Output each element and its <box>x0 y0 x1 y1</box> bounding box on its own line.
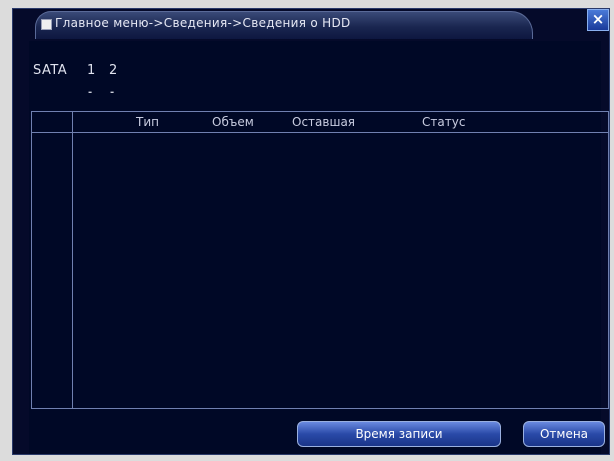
column-header-status: Статус <box>422 115 466 129</box>
column-header-remaining: Оставшая <box>292 115 356 129</box>
close-button[interactable]: × <box>587 9 609 31</box>
sata-port-1[interactable]: 1 <box>87 63 95 78</box>
header-divider <box>32 132 608 133</box>
hdd-info-dialog: Главное меню->Сведения->Сведения о HDD ×… <box>12 8 610 455</box>
hdd-table: Тип Объем Оставшая Статус <box>31 111 609 409</box>
sata-label: SATA <box>33 63 68 78</box>
index-column-divider <box>72 112 73 408</box>
cancel-button[interactable]: Отмена <box>523 421 605 447</box>
sata-port-2[interactable]: 2 <box>109 63 117 78</box>
sata-port-1-status: - <box>88 87 93 98</box>
column-header-type: Тип <box>136 115 159 129</box>
breadcrumb: Главное меню->Сведения->Сведения о HDD <box>55 16 351 30</box>
sata-port-2-status: - <box>110 87 115 98</box>
column-header-capacity: Объем <box>212 115 254 129</box>
content-panel: SATA 1 2 - - Тип Объем Оставшая Статус В… <box>29 41 609 454</box>
title-bar: Главное меню->Сведения->Сведения о HDD × <box>13 9 609 39</box>
menu-square-icon <box>41 19 52 30</box>
record-time-button[interactable]: Время записи <box>297 421 501 447</box>
